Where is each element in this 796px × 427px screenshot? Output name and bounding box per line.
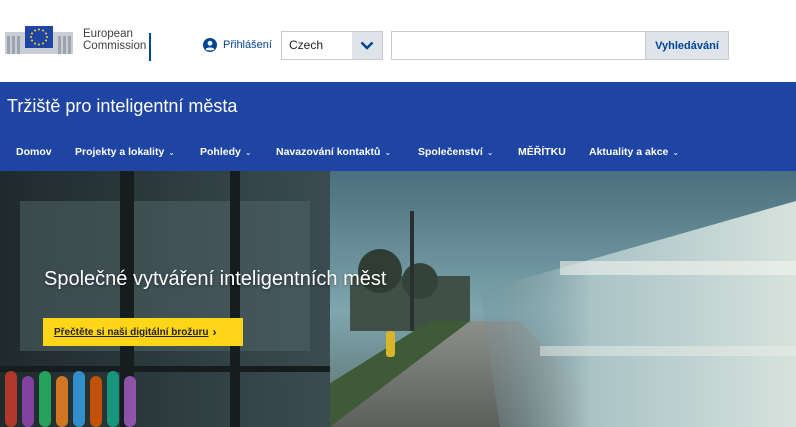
hero-banner: Společné vytváření inteligentních měst P… <box>0 171 796 427</box>
login-label: Přihlášení <box>223 39 272 51</box>
nav-item-domov[interactable]: Domov <box>16 142 52 162</box>
logo-text: European Commission <box>83 28 146 52</box>
chevron-down-icon <box>360 41 374 50</box>
logo-divider <box>149 33 151 61</box>
chevron-down-icon: ⌄ <box>672 148 680 157</box>
login-link[interactable]: Přihlášení <box>203 35 272 55</box>
chevron-down-icon: ⌄ <box>244 148 252 157</box>
language-value: Czech <box>289 38 324 52</box>
chevron-down-icon: ⌄ <box>168 148 175 157</box>
brochure-cta-label: Přečtěte si naši digitální brožuru <box>54 326 209 338</box>
nav-item-label: Projekty a lokality <box>75 146 165 158</box>
search-input[interactable] <box>391 31 646 60</box>
top-header: European Commission Přihlášení Czech Vyh… <box>0 0 796 82</box>
chevron-right-icon: › <box>212 325 217 339</box>
nav-item-projekty-a-lokality[interactable]: Projekty a lokality ⌄ <box>75 142 175 163</box>
site-header: Tržiště pro inteligentní města Domov Pro… <box>0 82 796 171</box>
nav-item-navazovani-kontaktu[interactable]: Navazování kontaktů ⌄ <box>276 142 391 163</box>
chevron-down-icon: ⌄ <box>384 148 392 157</box>
nav-item-label: Společenství <box>418 146 483 158</box>
eu-flag-icon <box>5 26 73 54</box>
nav-item-meritku[interactable]: MĚŘÍTKU <box>518 142 566 162</box>
user-circle-icon <box>203 38 217 52</box>
logo-line-1: European <box>83 28 133 40</box>
hero-title: Společné vytváření inteligentních měst <box>44 268 387 290</box>
european-commission-logo[interactable]: European Commission <box>5 18 146 62</box>
brochure-cta-button[interactable]: Přečtěte si naši digitální brožuru › <box>43 318 243 346</box>
search-button[interactable]: Vyhledávání <box>645 31 729 60</box>
nav-item-label: Pohledy <box>200 146 241 158</box>
nav-item-label: Aktuality a akce <box>589 146 669 158</box>
nav-item-pohledy[interactable]: Pohledy ⌄ <box>200 142 252 163</box>
nav-item-label: MĚŘÍTKU <box>518 146 566 158</box>
hero-background-image <box>0 171 796 427</box>
nav-item-label: Navazování kontaktů <box>276 146 381 158</box>
logo-line-2: Commission <box>83 40 147 52</box>
nav-item-spolecenstvi[interactable]: Společenství ⌄ <box>418 142 493 163</box>
nav-item-label: Domov <box>16 146 52 158</box>
site-title[interactable]: Tržiště pro inteligentní města <box>7 96 237 117</box>
language-dropdown-button[interactable] <box>352 32 382 59</box>
main-navigation: Domov Projekty a lokality ⌄ Pohledy ⌄ Nava… <box>0 142 796 162</box>
nav-item-aktuality-a-akce[interactable]: Aktuality a akce ⌄ <box>589 142 679 163</box>
chevron-down-icon: ⌄ <box>486 148 494 157</box>
language-select[interactable]: Czech <box>281 31 383 60</box>
